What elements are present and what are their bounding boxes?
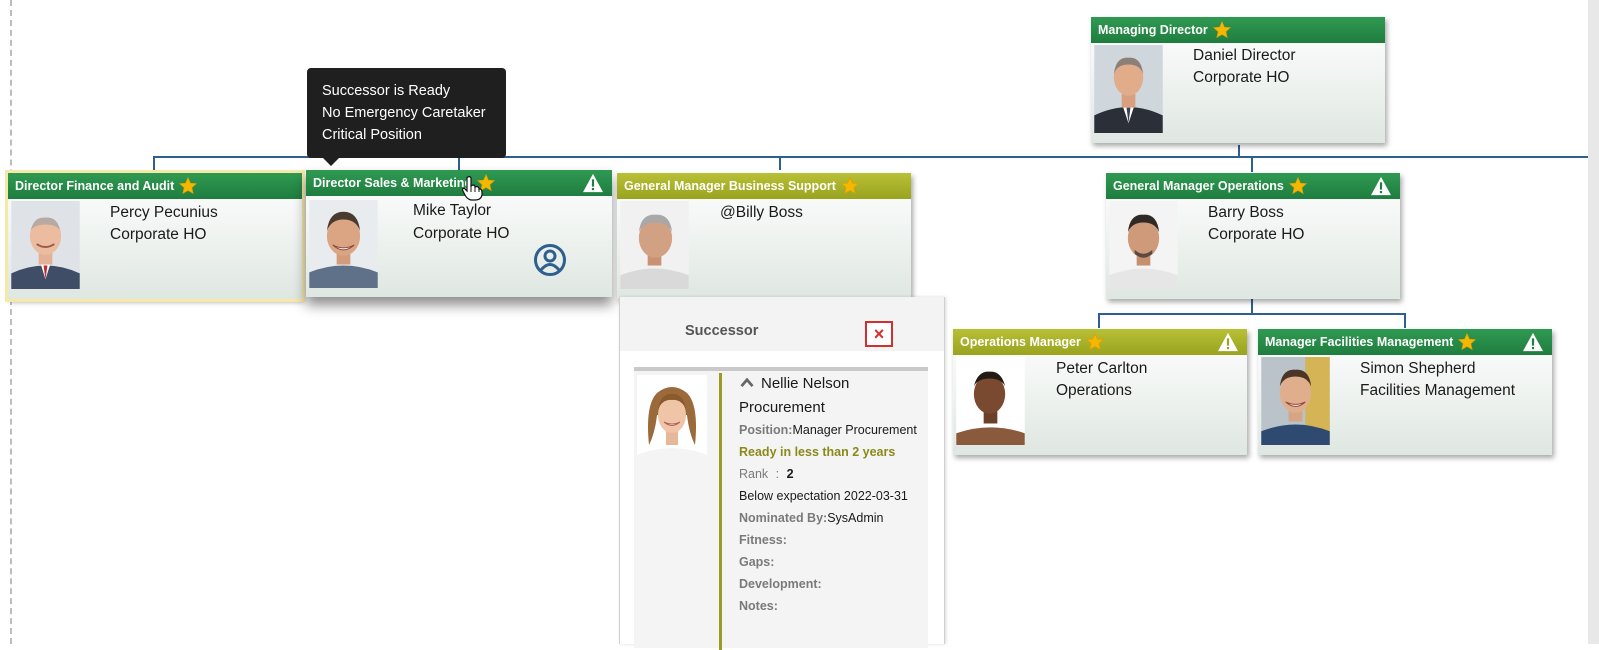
avatar-photo	[620, 201, 689, 289]
gaps-label: Gaps:	[739, 555, 775, 569]
node-title: Director Sales & Marketing	[313, 176, 473, 190]
star-icon	[840, 176, 860, 195]
successor-card[interactable]: Nellie Nelson Procurement Position:Manag…	[634, 367, 928, 650]
org-node-gm-business-support[interactable]: General Manager Business Support @Billy …	[617, 173, 911, 299]
successor-name: Nellie Nelson	[761, 375, 850, 392]
connector-line	[458, 156, 460, 170]
connector-line	[1098, 313, 1406, 315]
warning-icon[interactable]	[1522, 332, 1544, 352]
node-header: Director Sales & Marketing	[306, 170, 612, 196]
star-icon	[179, 176, 198, 195]
star-icon	[1288, 176, 1308, 195]
person-location: Corporate HO	[1208, 226, 1305, 243]
rank-separator: :	[775, 467, 780, 481]
connector-line	[779, 156, 781, 170]
person-name: Mike Taylor	[413, 202, 492, 219]
person-location: Facilities Management	[1360, 382, 1516, 399]
node-header: General Manager Operations	[1106, 173, 1400, 199]
person-name: Peter Carlton	[1056, 360, 1148, 377]
tooltip-line: No Emergency Caretaker	[322, 105, 486, 121]
node-title: Manager Facilities Management	[1265, 335, 1454, 349]
connector-line	[1251, 156, 1253, 172]
org-node-manager-facilities[interactable]: Manager Facilities Management Simon Shep…	[1258, 329, 1552, 455]
person-name: Daniel Director	[1193, 47, 1296, 64]
node-title: General Manager Business Support	[624, 179, 836, 193]
avatar-photo	[309, 200, 378, 288]
successor-panel-title: Successor	[685, 323, 759, 339]
fitness-label: Fitness:	[739, 533, 787, 547]
org-node-operations-manager[interactable]: Operations Manager Peter Carlton Operati…	[953, 329, 1247, 455]
star-icon	[1085, 332, 1105, 351]
nominated-label: Nominated By:	[739, 511, 828, 525]
nominated-value: SysAdmin	[827, 511, 884, 525]
node-header: Director Finance and Audit	[8, 173, 302, 199]
readiness-status: Ready in less than 2 years	[739, 445, 896, 459]
performance-rating: Below expectation 2022-03-31	[739, 489, 908, 503]
rank-value: 2	[786, 467, 794, 481]
person-name: @Billy Boss	[720, 204, 803, 221]
node-title: Director Finance and Audit	[15, 179, 175, 193]
successor-position: Position:Manager Procurement	[739, 423, 917, 437]
close-button[interactable]: ×	[865, 321, 893, 347]
avatar-photo	[956, 357, 1025, 445]
star-icon	[1212, 20, 1231, 39]
node-title: Managing Director	[1098, 23, 1208, 37]
org-node-gm-operations[interactable]: General Manager Operations Barry Boss Co…	[1106, 173, 1400, 299]
avatar-photo	[1109, 201, 1178, 289]
person-name: Simon Shepherd	[1360, 360, 1476, 377]
node-header: General Manager Business Support	[617, 173, 911, 199]
node-title: Operations Manager	[960, 335, 1081, 349]
successor-panel-header: Successor ×	[620, 297, 944, 351]
node-header: Managing Director	[1091, 17, 1385, 43]
node-header: Operations Manager	[953, 329, 1247, 355]
development-label: Development:	[739, 577, 822, 591]
person-location: Corporate HO	[110, 226, 207, 243]
chevron-up-icon[interactable]	[739, 377, 755, 388]
status-tooltip: Successor is Ready No Emergency Caretake…	[307, 68, 506, 166]
position-label: Position:	[739, 423, 793, 437]
node-title: General Manager Operations	[1113, 179, 1284, 193]
user-circle-icon[interactable]	[533, 243, 567, 277]
successor-accent-bar	[719, 373, 722, 650]
person-location: Corporate HO	[1193, 69, 1290, 86]
hand-cursor-icon	[461, 176, 483, 201]
person-name: Barry Boss	[1208, 204, 1284, 221]
avatar-photo	[637, 375, 707, 467]
warning-icon[interactable]	[582, 173, 604, 193]
close-icon: ×	[873, 323, 885, 344]
avatar-photo	[1094, 45, 1163, 133]
page-boundary-line	[10, 0, 12, 644]
node-header: Manager Facilities Management	[1258, 329, 1552, 355]
rank-label: Rank	[739, 467, 769, 481]
connector-line	[153, 156, 155, 170]
vertical-scrollbar[interactable]	[1588, 0, 1599, 644]
successor-name-row: Nellie Nelson	[739, 375, 849, 392]
org-node-managing-director[interactable]: Managing Director Daniel Director Corpor…	[1091, 17, 1385, 143]
person-location: Corporate HO	[413, 225, 510, 242]
person-name: Percy Pecunius	[110, 204, 218, 221]
org-node-director-finance[interactable]: Director Finance and Audit Percy Pecuniu…	[5, 170, 305, 302]
successor-department: Procurement	[739, 399, 825, 416]
successor-panel: Successor × Nellie Nelson Procurement Po…	[619, 297, 945, 650]
nominated-by: Nominated By:SysAdmin	[739, 511, 883, 525]
position-value: Manager Procurement	[792, 423, 917, 437]
person-location: Operations	[1056, 382, 1132, 399]
tooltip-line: Successor is Ready	[322, 83, 451, 99]
tooltip-line: Critical Position	[322, 127, 422, 143]
connector-line	[1404, 313, 1406, 328]
avatar-photo	[11, 201, 80, 289]
warning-icon[interactable]	[1217, 332, 1239, 352]
connector-line	[1251, 298, 1253, 314]
warning-icon[interactable]	[1370, 176, 1392, 196]
connector-line	[1098, 313, 1100, 328]
avatar-photo	[1261, 357, 1330, 445]
org-node-director-sales[interactable]: Director Sales & Marketing Mike Taylor C…	[306, 170, 612, 297]
star-icon	[1458, 332, 1477, 351]
notes-label: Notes:	[739, 599, 778, 613]
successor-rank: Rank : 2	[739, 467, 794, 481]
